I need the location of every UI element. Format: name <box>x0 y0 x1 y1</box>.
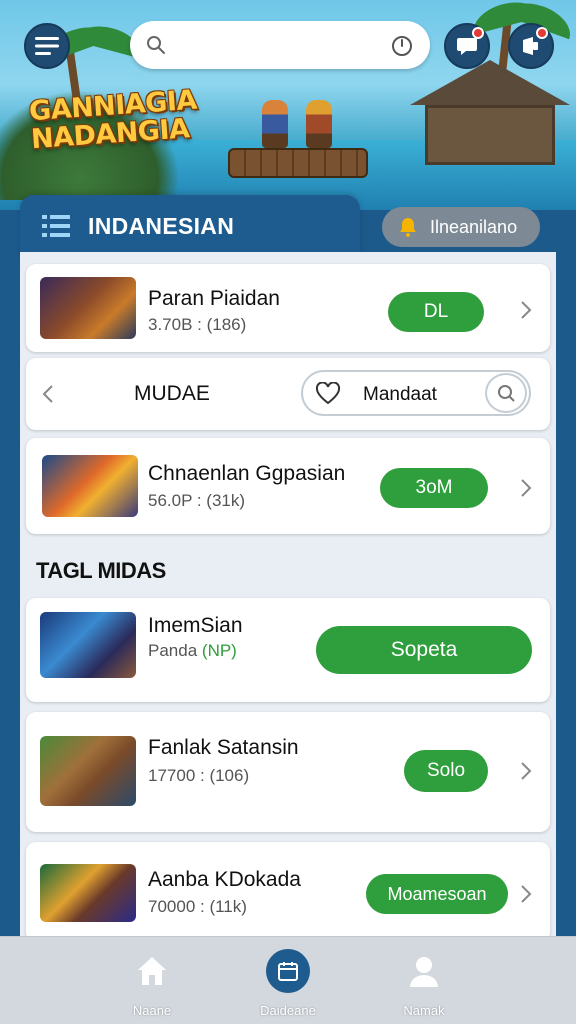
banner-hut <box>400 60 570 170</box>
search-input[interactable] <box>176 31 376 59</box>
app-name: ImemSian <box>148 614 243 637</box>
app-name: Fanlak Satansin <box>148 736 299 759</box>
app-card[interactable]: Fanlak Satansin 17700 : (106) Solo <box>26 712 550 832</box>
app-card[interactable]: Paran Piaidan 3.70B : (186) DL <box>26 264 550 352</box>
app-card[interactable]: ImemSian Panda (NP) Sopeta <box>26 598 550 702</box>
app-name: Chnaenlan Ggpasian <box>148 462 346 485</box>
app-name: Paran Piaidan <box>148 287 280 310</box>
chevron-right-icon[interactable] <box>520 884 532 904</box>
app-thumbnail <box>42 455 138 517</box>
app-name: Aanba KDokada <box>148 868 301 891</box>
announcement-button[interactable] <box>508 23 554 69</box>
banner-raft <box>228 148 368 178</box>
chat-button[interactable] <box>444 23 490 69</box>
app-meta: 17700 : (106) <box>148 766 250 785</box>
chevron-right-icon[interactable] <box>520 300 532 320</box>
filter-row: MUDAE Mandaat <box>26 358 550 430</box>
app-meta: Panda (NP) <box>148 641 237 661</box>
filter-pill-label: Mandaat <box>363 384 437 405</box>
app-thumbnail <box>40 864 136 922</box>
app-thumbnail <box>40 736 136 806</box>
install-button[interactable]: Moamesoan <box>366 874 508 914</box>
chevron-right-icon[interactable] <box>520 478 532 498</box>
app-card[interactable]: Chnaenlan Ggpasian 56.0P : (31k) 3oM <box>26 438 550 534</box>
language-button[interactable]: Ilneanilano <box>382 207 540 247</box>
search-bar[interactable] <box>130 21 430 69</box>
user-icon <box>410 957 438 987</box>
nav-label: Namak <box>403 1003 445 1018</box>
app-thumbnail <box>40 612 136 678</box>
filter-pill[interactable]: Mandaat <box>301 370 531 416</box>
menu-icon <box>35 37 59 55</box>
hero-character <box>262 100 288 148</box>
filter-label: MUDAE <box>134 382 210 405</box>
list-icon <box>42 215 70 237</box>
bottom-nav: Naane Daideane Namak <box>0 936 576 1024</box>
content-panel <box>20 252 556 942</box>
home-icon <box>138 957 166 985</box>
app-thumbnail <box>40 277 136 339</box>
install-button[interactable]: 3oM <box>380 468 488 508</box>
app-card[interactable]: Aanba KDokada 70000 : (11k) Moamesoan <box>26 842 550 942</box>
menu-button[interactable] <box>24 23 70 69</box>
app-meta-highlight: (NP) <box>201 641 237 660</box>
section-header: INDANESIAN <box>20 195 360 257</box>
app-meta: 56.0P : (31k) <box>148 491 246 510</box>
nav-item-calendar[interactable]: Daideane <box>238 947 338 1019</box>
nav-item-home[interactable]: Naane <box>102 947 202 1019</box>
list-section-label: TAGL MIDAS <box>36 558 166 583</box>
search-icon <box>498 385 515 402</box>
nav-label: Daideane <box>260 1003 316 1018</box>
section-title: INDANESIAN <box>88 213 235 239</box>
game-logo: GANNIAGIA NADANGIA <box>28 85 211 156</box>
nav-label: Naane <box>132 1003 172 1018</box>
install-button[interactable]: DL <box>388 292 484 332</box>
hero-character <box>306 100 332 148</box>
bell-icon <box>400 218 416 237</box>
chevron-right-icon[interactable] <box>520 761 532 781</box>
language-label: Ilneanilano <box>430 216 518 237</box>
heart-icon <box>315 382 341 405</box>
chevron-left-icon[interactable] <box>42 384 54 404</box>
calendar-icon <box>278 962 298 981</box>
clock-icon[interactable] <box>390 34 414 58</box>
filter-refresh-button[interactable] <box>485 373 527 413</box>
install-button[interactable]: Solo <box>404 750 488 792</box>
notification-dot <box>536 27 548 39</box>
app-meta: 70000 : (11k) <box>148 897 247 916</box>
notification-dot <box>472 27 484 39</box>
search-icon <box>147 36 165 54</box>
app-meta-prefix: Panda <box>148 641 198 660</box>
nav-item-profile[interactable]: Namak <box>374 947 474 1019</box>
install-button[interactable]: Sopeta <box>316 626 532 674</box>
app-meta: 3.70B : (186) <box>148 315 247 334</box>
